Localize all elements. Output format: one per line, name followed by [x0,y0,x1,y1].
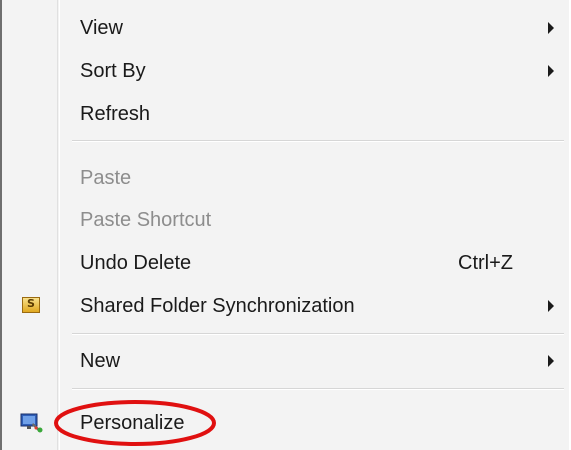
submenu-arrow-icon [548,300,554,312]
menu-separator [72,140,564,142]
menu-separator [72,388,564,390]
menu-item-label: View [80,17,123,39]
menu-item-sort-by[interactable]: Sort By [2,50,569,92]
menu-item-label: New [80,350,121,372]
menu-item-undo-delete[interactable]: Undo Delete Ctrl+Z [2,242,569,284]
menu-item-label: Paste Shortcut [80,209,212,231]
menu-item-label: Shared Folder Synchronization [80,295,355,317]
menu-item-label: Refresh [80,103,151,125]
menu-item-label: Paste [80,167,132,189]
menu-item-paste-shortcut: Paste Shortcut [2,199,569,241]
menu-item-shared-folder-synchronization[interactable]: Shared Folder Synchronization [2,285,569,327]
desktop-context-menu: View Sort By Refresh Paste Paste Shortcu… [0,0,569,450]
submenu-arrow-icon [548,65,554,77]
menu-item-refresh[interactable]: Refresh [2,93,569,135]
menu-item-personalize[interactable]: Personalize [2,402,569,444]
menu-item-new[interactable]: New [2,340,569,382]
menu-item-paste: Paste [2,157,569,199]
submenu-arrow-icon [548,355,554,367]
menu-item-shortcut: Ctrl+Z [458,252,513,274]
menu-item-label: Personalize [80,412,185,434]
personalize-display-icon [20,413,43,433]
menu-item-label: Undo Delete [80,252,192,274]
menu-separator [72,333,564,335]
submenu-arrow-icon [548,22,554,34]
menu-item-view[interactable]: View [2,7,569,49]
shared-folder-sync-icon [22,297,40,313]
menu-item-label: Sort By [80,60,146,82]
